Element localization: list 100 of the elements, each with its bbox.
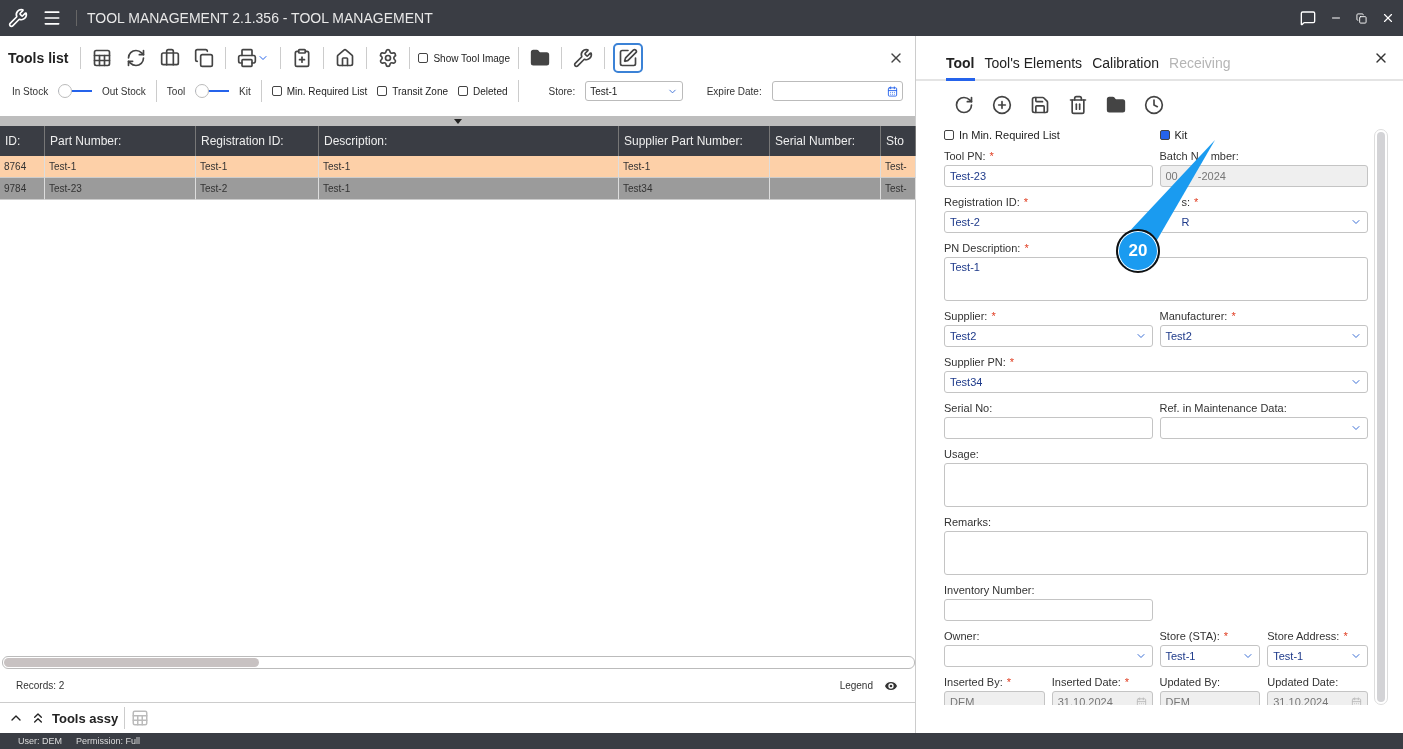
column-header[interactable]: Sto <box>881 126 916 156</box>
dropdown-field[interactable]: Test-1 <box>1267 645 1368 667</box>
table-cell[interactable]: Test- <box>881 178 916 200</box>
panel-title: Tools assy <box>52 710 119 726</box>
horizontal-scrollbar[interactable] <box>2 656 915 669</box>
calendar-icon <box>1135 696 1147 705</box>
table-cell[interactable]: Test-1 <box>45 156 196 178</box>
wrench-icon <box>8 8 28 28</box>
field-label: Inventory Number: <box>944 583 1035 598</box>
message-icon[interactable] <box>1300 10 1316 26</box>
legend-label: Legend <box>839 680 873 691</box>
checkbox[interactable]: In Min. Required List <box>944 129 1153 141</box>
panel-title: Tools list <box>8 50 69 66</box>
save-icon[interactable] <box>1030 95 1050 115</box>
field-label: Supplier: <box>944 309 988 324</box>
field-label: s: <box>1180 195 1191 210</box>
field-label: Supplier PN: <box>944 355 1006 370</box>
field-label: Manufacturer: <box>1159 309 1228 324</box>
field-label: Store Address: <box>1267 629 1340 644</box>
field-label: Updated By: <box>1159 675 1221 690</box>
required-mark: * <box>1024 242 1029 254</box>
table-cell[interactable]: 9784 <box>0 178 45 200</box>
add-icon[interactable] <box>992 95 1012 115</box>
table-cell[interactable] <box>770 156 881 178</box>
calendar-icon <box>887 85 898 97</box>
table-cell[interactable]: Test-1 <box>319 156 619 178</box>
checkbox[interactable]: Min. Required List <box>271 85 368 97</box>
required-mark: * <box>989 150 994 162</box>
date-field[interactable] <box>771 81 903 101</box>
field-label: Inserted Date: <box>1051 675 1121 690</box>
close-icon[interactable] <box>1381 11 1395 25</box>
dropdown-field[interactable]: Test-1 <box>1159 645 1261 667</box>
column-header[interactable]: Part Number: <box>45 126 196 156</box>
table-cell[interactable]: Test- <box>881 156 916 178</box>
records-count: Records: 2 <box>16 680 65 691</box>
store-dropdown[interactable]: Test-1 <box>585 81 683 101</box>
restore-icon[interactable] <box>1356 12 1367 24</box>
table-cell[interactable]: Test-1 <box>619 156 770 178</box>
column-header[interactable]: Registration ID: <box>196 126 319 156</box>
field-label: Updated Date: <box>1267 675 1339 690</box>
window-title: TOOL MANAGEMENT 2.1.356 - TOOL MANAGEMENT <box>76 10 433 26</box>
table-cell[interactable]: Test-23 <box>45 178 196 200</box>
field-label: Tool PN: <box>944 149 986 164</box>
clock-icon[interactable] <box>1144 95 1164 115</box>
checkbox[interactable]: Kit <box>1159 129 1368 141</box>
column-header[interactable]: Description: <box>319 126 619 156</box>
field-label: Registration ID: <box>944 195 1020 210</box>
dropdown-field[interactable]: Test2 <box>944 325 1153 347</box>
field-label: Remarks: <box>944 515 992 530</box>
required-mark: * <box>1023 196 1029 208</box>
table-cell[interactable]: Test-2 <box>196 178 319 200</box>
required-mark: * <box>1124 676 1130 688</box>
field-label: Store: <box>548 85 576 97</box>
switch-label: In Stock <box>12 85 49 97</box>
table-cell[interactable]: Test34 <box>619 178 770 200</box>
field-label: Serial No: <box>944 401 993 416</box>
field-label: Batch N mber: <box>1159 149 1239 164</box>
column-header[interactable]: ID: <box>0 126 45 156</box>
dropdown-field[interactable]: Test34 <box>944 371 1368 393</box>
toggle-switch[interactable] <box>195 84 229 98</box>
field-label: Inserted By: <box>944 675 1003 690</box>
field-label: Expire Date: <box>706 85 762 97</box>
input-field[interactable] <box>944 417 1153 439</box>
tab[interactable]: Tool's Elements <box>984 55 1083 81</box>
reload-icon[interactable] <box>954 95 974 115</box>
dropdown-field[interactable]: R <box>1159 211 1368 233</box>
column-header[interactable]: Supplier Part Number: <box>619 126 770 156</box>
switch-label: Tool <box>166 85 186 97</box>
text-area[interactable]: Test-1 <box>944 257 1368 301</box>
required-mark: * <box>1343 630 1348 642</box>
input-field[interactable] <box>944 599 1153 621</box>
field-label: Usage: <box>944 447 979 462</box>
input-field[interactable]: Test-23 <box>944 165 1153 187</box>
required-mark: * <box>1009 356 1015 368</box>
trash-icon[interactable] <box>1068 95 1088 115</box>
checkbox[interactable]: Deleted <box>458 85 508 97</box>
status-text: Permission: Full <box>76 736 141 746</box>
table-cell[interactable] <box>770 178 881 200</box>
required-mark: * <box>1231 310 1236 322</box>
menu-icon[interactable] <box>42 8 62 28</box>
toggle-switch[interactable] <box>58 84 92 98</box>
checkbox[interactable]: Show Tool Image <box>418 52 510 64</box>
table-cell[interactable]: Test-1 <box>196 156 319 178</box>
edit-icon[interactable] <box>612 43 643 73</box>
dropdown-field[interactable]: Test2 <box>1159 325 1368 347</box>
required-mark: * <box>1223 630 1229 642</box>
folder-icon[interactable] <box>1106 95 1126 115</box>
field-label: PN Description: <box>944 241 1021 256</box>
dropdown-field[interactable] <box>1159 417 1368 439</box>
tab[interactable]: Calibration <box>1092 55 1160 81</box>
required-mark: * <box>1194 196 1199 208</box>
tab[interactable]: Tool <box>946 55 975 81</box>
required-mark: * <box>1006 676 1011 688</box>
dropdown-field[interactable] <box>944 645 1153 667</box>
field-label: Store (STA): <box>1159 629 1220 644</box>
checkbox[interactable]: Transit Zone <box>377 85 449 97</box>
table-cell[interactable]: Test-1 <box>319 178 619 200</box>
field-label: Owner: <box>944 629 980 644</box>
column-header[interactable]: Serial Number: <box>770 126 881 156</box>
table-cell[interactable]: 8764 <box>0 156 45 178</box>
